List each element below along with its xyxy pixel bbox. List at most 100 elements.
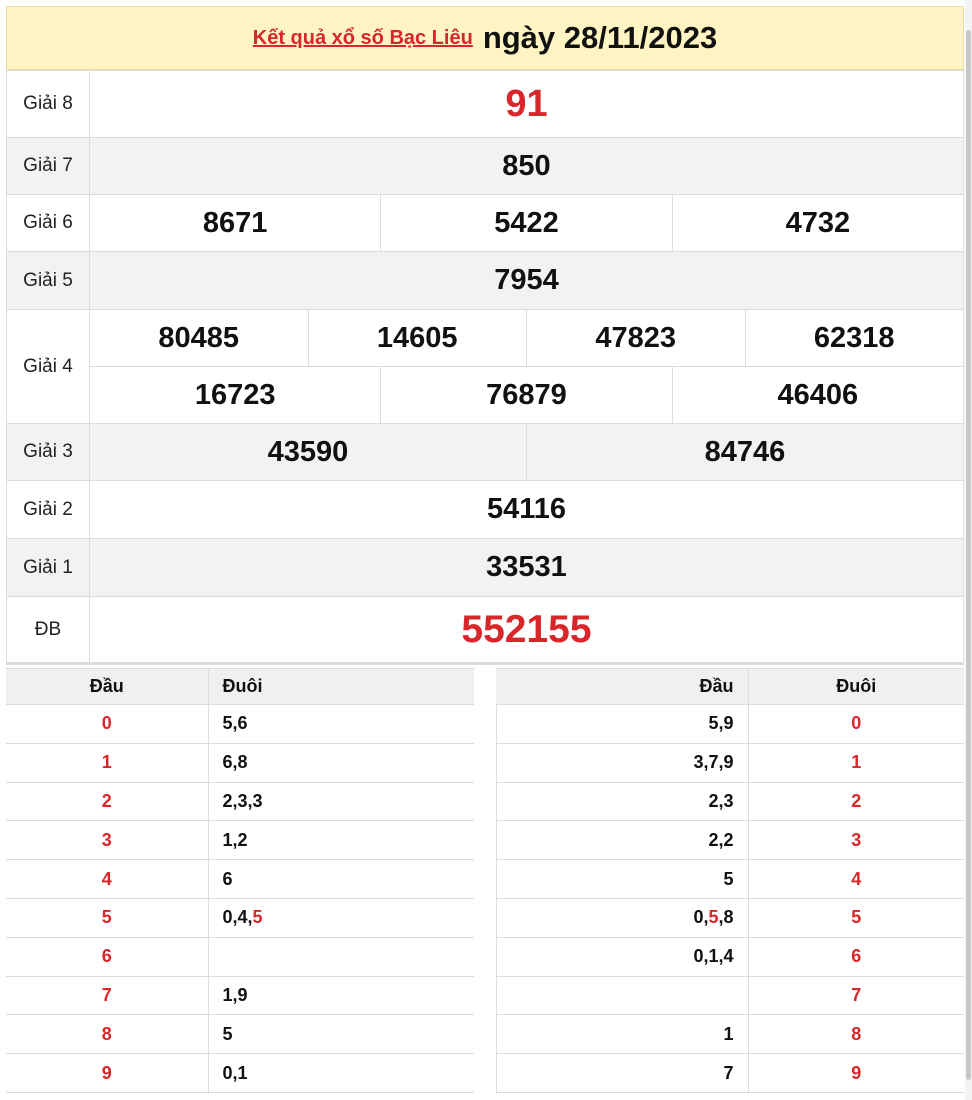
- dau-digits: 0,5,8: [495, 898, 749, 938]
- table-row: 3,7,9 1: [495, 743, 964, 783]
- prize-value: 62318: [744, 310, 964, 366]
- prize-value: 8671: [202, 206, 268, 239]
- duoi-digit: 6: [748, 937, 964, 977]
- dau-digits: 0,1,4: [495, 937, 749, 977]
- prize-label: Giải 2: [6, 480, 90, 539]
- vertical-scrollbar[interactable]: [965, 0, 972, 1100]
- dau-digits: 2,3: [495, 782, 749, 822]
- prize-value: 16723: [194, 378, 276, 411]
- table-row: 79: [495, 1053, 964, 1093]
- prize-label: Giải 5: [6, 251, 90, 310]
- duoi-digit: 3: [748, 820, 964, 861]
- prize-row-g2: Giải 2 54116: [6, 480, 964, 539]
- column-header-duoi: Đuôi: [748, 668, 964, 705]
- dau-digits-part: ,8: [718, 907, 734, 928]
- prize-value: 46406: [671, 367, 963, 423]
- duoi-digit: 5: [748, 898, 964, 938]
- prize-row-g1: Giải 1 33531: [6, 538, 964, 597]
- table-row: 5,9 0: [495, 704, 964, 744]
- table-row: 2,3 2: [495, 782, 964, 822]
- table-row: 1 6,8: [6, 743, 474, 783]
- prize-label: ĐB: [6, 596, 90, 663]
- prize-label: Giải 3: [6, 423, 90, 481]
- table-row: 7 1,9: [6, 976, 474, 1016]
- table-row: 2 2,3,3: [6, 782, 474, 822]
- prize-value: 14605: [307, 310, 527, 366]
- dau-digits: 5,9: [495, 704, 749, 744]
- prize-label: Giải 7: [6, 137, 90, 195]
- dau-digits-highlight: 5: [708, 907, 719, 928]
- prize-row-g3: Giải 3 43590 84746: [6, 423, 964, 481]
- duoi-digit: 4: [748, 859, 964, 899]
- dau-digits: 2,2: [495, 820, 749, 861]
- scrollbar-thumb[interactable]: [966, 30, 971, 1080]
- dau-digit: 8: [6, 1014, 209, 1055]
- prize-row-g6: Giải 6 8671 5422 4732: [6, 194, 964, 252]
- prize-value: 4732: [671, 195, 963, 251]
- duoi-digit: 7: [748, 976, 964, 1016]
- duoi-digits: 1,9: [208, 976, 474, 1016]
- column-header-duoi: Đuôi: [208, 668, 474, 705]
- prize-value: 5422: [380, 195, 671, 251]
- table-row: 3 1,2: [6, 820, 474, 861]
- duoi-digits: 0,4,5: [208, 898, 474, 938]
- prize-row-g7: Giải 7 850: [6, 137, 964, 195]
- dau-digits: [495, 976, 749, 1016]
- prize-value: 43590: [267, 435, 349, 468]
- table-row: 0,1,4 6: [495, 937, 964, 977]
- column-header-dau: Đầu: [6, 668, 209, 705]
- duoi-digit: 2: [748, 782, 964, 822]
- prize-value: 47823: [526, 310, 745, 366]
- table-row: 85: [6, 1014, 474, 1055]
- prize-value: 850: [89, 137, 964, 195]
- prize-row-g4-b: 16723 76879 46406: [7, 366, 964, 424]
- dau-duoi-table-left: Đầu Đuôi 0 5,6 1 6,8 2 2,3,3 3 1,2 4 6 5 0,4,5 6 7 1,9…: [6, 668, 474, 1093]
- dau-digits: 1: [495, 1014, 749, 1055]
- dau-duoi-section: Đầu Đuôi 0 5,6 1 6,8 2 2,3,3 3 1,2 4 6 5 0,4,5 6 7 1,9…: [6, 668, 964, 1093]
- duoi-digit: 8: [748, 1014, 964, 1055]
- table-row: 7: [495, 976, 964, 1016]
- duoi-digit: 9: [748, 1053, 964, 1093]
- dau-digit: 7: [6, 976, 209, 1016]
- dau-digit: 4: [6, 859, 209, 899]
- table-row: 46: [6, 859, 474, 899]
- prize-table: Giải 8 91 Giải 7 850 Giải 6 8671 5422 47…: [6, 70, 964, 663]
- prize-value: 76879: [380, 367, 671, 423]
- dau-digits-part: 0,: [693, 907, 709, 928]
- prize-row-g4-a: Giải 4 80485 14605 47823 62318: [6, 309, 964, 424]
- results-title-link[interactable]: Kết quả xổ số Bạc Liêu: [253, 27, 473, 50]
- table-row: 54: [495, 859, 964, 899]
- duoi-digits: [208, 937, 474, 977]
- duoi-digit: 0: [748, 704, 964, 744]
- duoi-digits: 0,1: [208, 1053, 474, 1093]
- table-row: 18: [495, 1014, 964, 1055]
- results-date: ngày 28/11/2023: [482, 20, 718, 55]
- special-prize-value: 552155: [89, 596, 964, 663]
- table-row: 9 0,1: [6, 1053, 474, 1093]
- table-row: 6: [6, 937, 474, 977]
- prize-value: 7954: [89, 251, 964, 310]
- duoi-digits: 2,3,3: [208, 782, 474, 822]
- duoi-digits: 5,6: [208, 704, 474, 744]
- dau-digit: 1: [6, 743, 209, 783]
- dau-digit: 5: [6, 898, 209, 938]
- dau-digits: 7: [495, 1053, 749, 1093]
- results-container: Kết quả xổ số Bạc Liêu ngày 28/11/2023 G…: [6, 6, 964, 1093]
- column-header-dau: Đầu: [496, 668, 749, 705]
- duoi-digit: 1: [748, 743, 964, 783]
- dau-digit: 0: [6, 704, 209, 744]
- dau-digit: 6: [6, 937, 209, 977]
- dau-digit: 9: [6, 1053, 209, 1093]
- table-row: 5 0,4,5: [6, 898, 474, 938]
- table-row: 0 5,6: [6, 704, 474, 744]
- duoi-digits-highlight: 5: [252, 907, 263, 928]
- dau-digits: 5: [495, 859, 749, 899]
- dau-duoi-table-right: Đầu Đuôi 5,9 0 3,7,9 1 2,3 2 2,2 3 5 4 0,5,8 5 0,1,4…: [495, 668, 964, 1093]
- prize-label: Giải 8: [6, 70, 90, 138]
- table-row: 0,5,8 5: [495, 898, 964, 938]
- prize-value: 91: [89, 70, 964, 138]
- duoi-digits: 6,8: [208, 743, 474, 783]
- dau-digit: 3: [6, 820, 209, 861]
- dau-digits: 3,7,9: [495, 743, 749, 783]
- dau-digit: 2: [6, 782, 209, 822]
